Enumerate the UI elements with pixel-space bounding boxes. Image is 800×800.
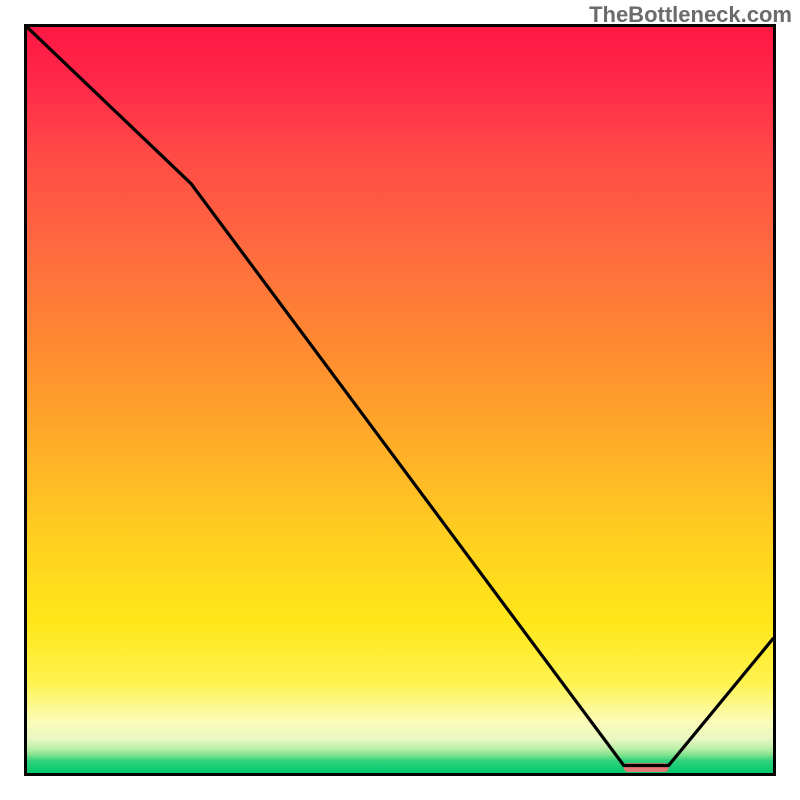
line-overlay [27, 27, 773, 773]
chart-container: TheBottleneck.com [0, 0, 800, 800]
plot-area [24, 24, 776, 776]
line-path [27, 27, 773, 766]
watermark-text: TheBottleneck.com [589, 2, 792, 28]
